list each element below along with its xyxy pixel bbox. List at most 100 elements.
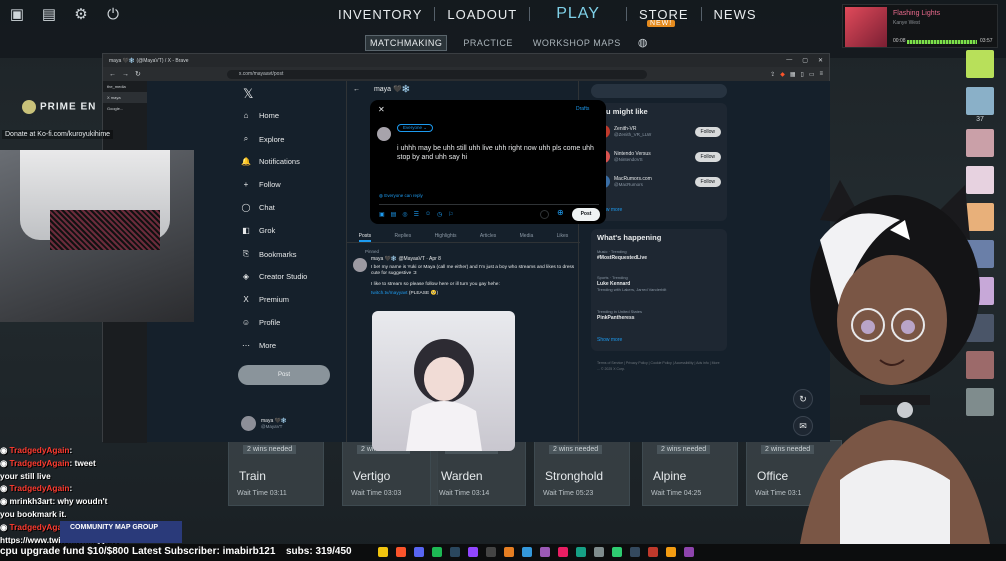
follow-button[interactable]: Follow: [694, 151, 721, 162]
globe-icon[interactable]: ◍: [637, 37, 649, 49]
poll-icon[interactable]: ☰: [414, 211, 419, 218]
trend-item[interactable]: Music · Trending #MostRequestedLive: [597, 249, 647, 261]
app-icon[interactable]: [648, 547, 658, 557]
x-nav-creator-studio[interactable]: ◈ Creator Studio: [241, 272, 307, 281]
trend-item[interactable]: Sports · Trending Luke Kennard Trending …: [597, 275, 666, 292]
spotify-icon[interactable]: [432, 547, 442, 557]
minimize-icon[interactable]: —: [786, 57, 792, 64]
follow-button[interactable]: Follow: [694, 126, 721, 137]
brave-shield-icon[interactable]: ◆: [780, 71, 785, 78]
app-icon[interactable]: [630, 547, 640, 557]
discord-icon[interactable]: [414, 547, 424, 557]
side-tab[interactable]: the_media: [103, 81, 147, 92]
side-tab-active[interactable]: X maya: [103, 92, 147, 103]
x-post-button[interactable]: Post: [238, 365, 330, 385]
app-icon[interactable]: [612, 547, 622, 557]
app-icon[interactable]: [540, 547, 550, 557]
tab-media[interactable]: Media: [520, 229, 534, 242]
x-logo-icon[interactable]: 𝕏: [243, 86, 253, 102]
address-bar[interactable]: x.com/mayaavt/post: [226, 69, 647, 79]
nav-inventory[interactable]: INVENTORY: [326, 7, 434, 22]
x-nav-home[interactable]: ⌂ Home: [241, 111, 279, 120]
subnav-practice[interactable]: PRACTICE: [459, 36, 517, 50]
twitch-icon[interactable]: [468, 547, 478, 557]
suggestion-row[interactable]: MacRumors.com @MacRumors Follow: [597, 175, 721, 188]
power-icon[interactable]: ⏻: [104, 6, 122, 24]
extensions-icon[interactable]: ▦: [790, 71, 796, 78]
x-nav-profile[interactable]: ☺ Profile: [241, 318, 280, 327]
trend-item[interactable]: Trending in United States PinkPantheress: [597, 309, 642, 321]
forward-icon[interactable]: →: [122, 71, 129, 78]
menu-icon[interactable]: ≡: [819, 71, 823, 78]
back-icon[interactable]: ←: [109, 71, 116, 78]
tweet-image[interactable]: [372, 311, 515, 451]
share-icon[interactable]: ⇪: [770, 71, 775, 78]
photo-icon[interactable]: ▣: [8, 6, 26, 24]
x-nav-chat[interactable]: ◯ Chat: [241, 203, 275, 212]
reply-setting[interactable]: ◍ Everyone can reply: [379, 193, 423, 199]
sidebar-icon[interactable]: ▯: [801, 71, 804, 78]
wallet-icon[interactable]: ▭: [809, 71, 815, 78]
image-icon[interactable]: ▣: [379, 211, 385, 218]
post-submit-button[interactable]: Post: [572, 208, 600, 221]
steam-icon[interactable]: [450, 547, 460, 557]
app-icon[interactable]: [666, 547, 676, 557]
close-icon[interactable]: ✕: [818, 57, 823, 64]
add-post-icon[interactable]: ⊕: [557, 208, 564, 217]
pinned-tweet[interactable]: Pinned maya 🖤❄️ @MayaaVT · Apr 8 I be! m…: [353, 249, 575, 451]
x-nav-explore[interactable]: ⌕ Explore: [241, 134, 285, 144]
side-tab[interactable]: Google...: [103, 103, 147, 114]
show-more-link[interactable]: Show more: [597, 337, 622, 343]
schedule-icon[interactable]: ◷: [437, 211, 442, 218]
x-search-bar[interactable]: [591, 84, 727, 98]
friend-avatar[interactable]: [966, 50, 994, 78]
nav-news[interactable]: NEWS: [702, 7, 769, 22]
map-card-train[interactable]: 2 wins needed Train Wait Time 03:11: [228, 440, 324, 506]
grok-icon[interactable]: ◎: [402, 211, 407, 218]
compose-textarea[interactable]: i uhhh may be uhh still uhh live uhh rig…: [397, 144, 597, 162]
tab-likes[interactable]: Likes: [557, 229, 569, 242]
subnav-workshop-maps[interactable]: WORKSHOP MAPS: [529, 36, 625, 50]
maximize-icon[interactable]: ▢: [802, 57, 808, 64]
tweet-link[interactable]: twitch.tv/mayyavt: [371, 291, 408, 296]
x-nav-bookmarks[interactable]: ⎘ Bookmarks: [241, 249, 297, 259]
app-icon[interactable]: [594, 547, 604, 557]
tab-replies[interactable]: Replies: [395, 229, 412, 242]
tab-posts[interactable]: Posts: [358, 229, 372, 242]
subnav-matchmaking[interactable]: MATCHMAKING: [365, 35, 448, 51]
app-icon[interactable]: [558, 547, 568, 557]
x-account-switcher[interactable]: maya 🖤❄️ @MayaVT: [241, 416, 287, 431]
friend-avatar[interactable]: [966, 129, 994, 157]
close-icon[interactable]: ✕: [378, 105, 385, 114]
map-card-stronghold[interactable]: 2 wins needed Stronghold Wait Time 05:23: [534, 440, 630, 506]
tab-articles[interactable]: Articles: [480, 229, 496, 242]
suggestion-row[interactable]: Nintendo Versus @NintendoVS Follow: [597, 150, 721, 163]
nav-store[interactable]: STORE NEW!: [627, 7, 701, 27]
x-nav-follow[interactable]: + Follow: [241, 180, 281, 189]
gear-icon[interactable]: ⚙: [72, 6, 90, 24]
suggestion-row[interactable]: Zenith-VR @Zenith_VR_LLW Follow: [597, 125, 721, 138]
app-icon[interactable]: [504, 547, 514, 557]
reload-icon[interactable]: ↻: [135, 70, 141, 78]
x-nav-notifications[interactable]: 🔔 Notifications: [241, 157, 300, 166]
drafts-link[interactable]: Drafts: [576, 106, 589, 112]
app-icon[interactable]: [684, 547, 694, 557]
x-nav-premium[interactable]: X Premium: [241, 295, 289, 304]
avatar[interactable]: [353, 258, 367, 272]
brave-icon[interactable]: [396, 547, 406, 557]
audience-selector[interactable]: Everyone ⌄: [397, 124, 434, 132]
app-icon[interactable]: [576, 547, 586, 557]
emoji-icon[interactable]: ☺: [425, 211, 431, 218]
folder-icon[interactable]: [378, 547, 388, 557]
follow-button[interactable]: Follow: [694, 176, 721, 187]
x-footer-links[interactable]: Terms of Service | Privacy Policy | Cook…: [597, 360, 721, 372]
app-icon[interactable]: [522, 547, 532, 557]
back-arrow-icon[interactable]: ←: [353, 86, 360, 93]
tv-icon[interactable]: ▤: [40, 6, 58, 24]
obs-icon[interactable]: [486, 547, 496, 557]
tab-highlights[interactable]: Highlights: [435, 229, 457, 242]
x-nav-grok[interactable]: ◧ Grok: [241, 226, 275, 235]
map-card-alpine[interactable]: 2 wins needed Alpine Wait Time 04:25: [642, 440, 738, 506]
x-nav-more[interactable]: ⋯ More: [241, 341, 276, 350]
friend-avatar[interactable]: [966, 87, 994, 115]
